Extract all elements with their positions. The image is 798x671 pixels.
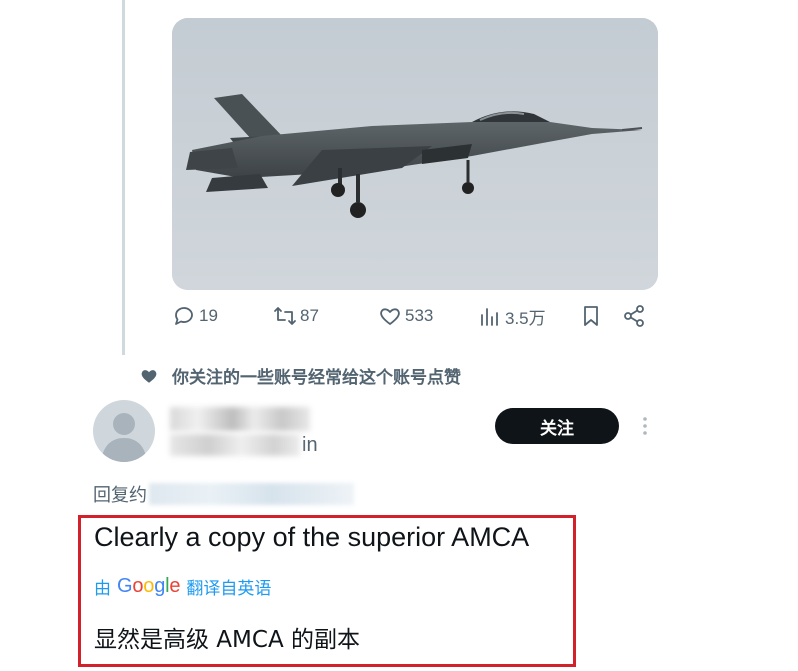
google-logo-letter: G xyxy=(117,575,133,597)
google-logo-letter: o xyxy=(132,575,144,597)
share-button[interactable] xyxy=(622,304,648,328)
heart-filled-icon xyxy=(141,369,157,383)
translation-prefix: 由 xyxy=(94,579,111,599)
thread-connector-line xyxy=(122,0,125,355)
retweet-count: 87 xyxy=(300,306,319,325)
translation-attribution[interactable]: 由 Google 翻译自英语 xyxy=(94,574,271,599)
google-logo-letter: g xyxy=(154,575,166,597)
handle-redacted xyxy=(170,434,300,456)
replying-to-redacted[interactable] xyxy=(149,483,354,505)
retweet-icon xyxy=(274,307,296,325)
default-avatar-icon xyxy=(101,413,147,462)
translation-suffix: 翻译自英语 xyxy=(186,579,272,599)
google-logo-letter: e xyxy=(169,575,181,597)
views-count: 3.5万 xyxy=(505,309,546,328)
fighter-jet-image xyxy=(172,18,658,290)
reply-button[interactable]: 19 xyxy=(172,304,218,328)
follow-button[interactable]: 关注 xyxy=(495,408,619,444)
replying-to: 回复约 xyxy=(93,481,354,507)
bookmark-button[interactable] xyxy=(579,304,605,328)
translated-text: 显然是高级 AMCA 的副本 xyxy=(94,627,360,653)
share-icon xyxy=(624,305,644,327)
google-logo-letter: o xyxy=(143,575,155,597)
post-action-bar: 19 87 533 3.5万 xyxy=(0,304,798,336)
bookmark-icon xyxy=(584,306,598,326)
like-count: 533 xyxy=(405,306,434,325)
retweet-button[interactable]: 87 xyxy=(273,304,319,328)
heart-icon xyxy=(380,308,400,325)
reply-text: Clearly a copy of the superior AMCA xyxy=(94,522,530,552)
replying-to-label: 回复约 xyxy=(93,485,147,506)
reply-count: 19 xyxy=(199,306,218,325)
display-name-redacted[interactable] xyxy=(170,407,310,431)
handle-tail-text: in xyxy=(302,433,318,456)
reply-icon xyxy=(175,307,193,325)
social-context: 你关注的一些账号经常给这个账号点赞 xyxy=(140,363,461,388)
avatar[interactable] xyxy=(93,400,155,462)
post-image[interactable] xyxy=(172,18,658,290)
like-button[interactable]: 533 xyxy=(378,304,433,328)
analytics-icon xyxy=(481,307,498,326)
google-logo: Google xyxy=(117,575,181,598)
social-context-text: 你关注的一些账号经常给这个账号点赞 xyxy=(172,368,461,388)
user-handle[interactable]: in xyxy=(170,432,318,458)
views-button[interactable]: 3.5万 xyxy=(478,304,546,329)
more-options-icon[interactable] xyxy=(640,414,650,438)
